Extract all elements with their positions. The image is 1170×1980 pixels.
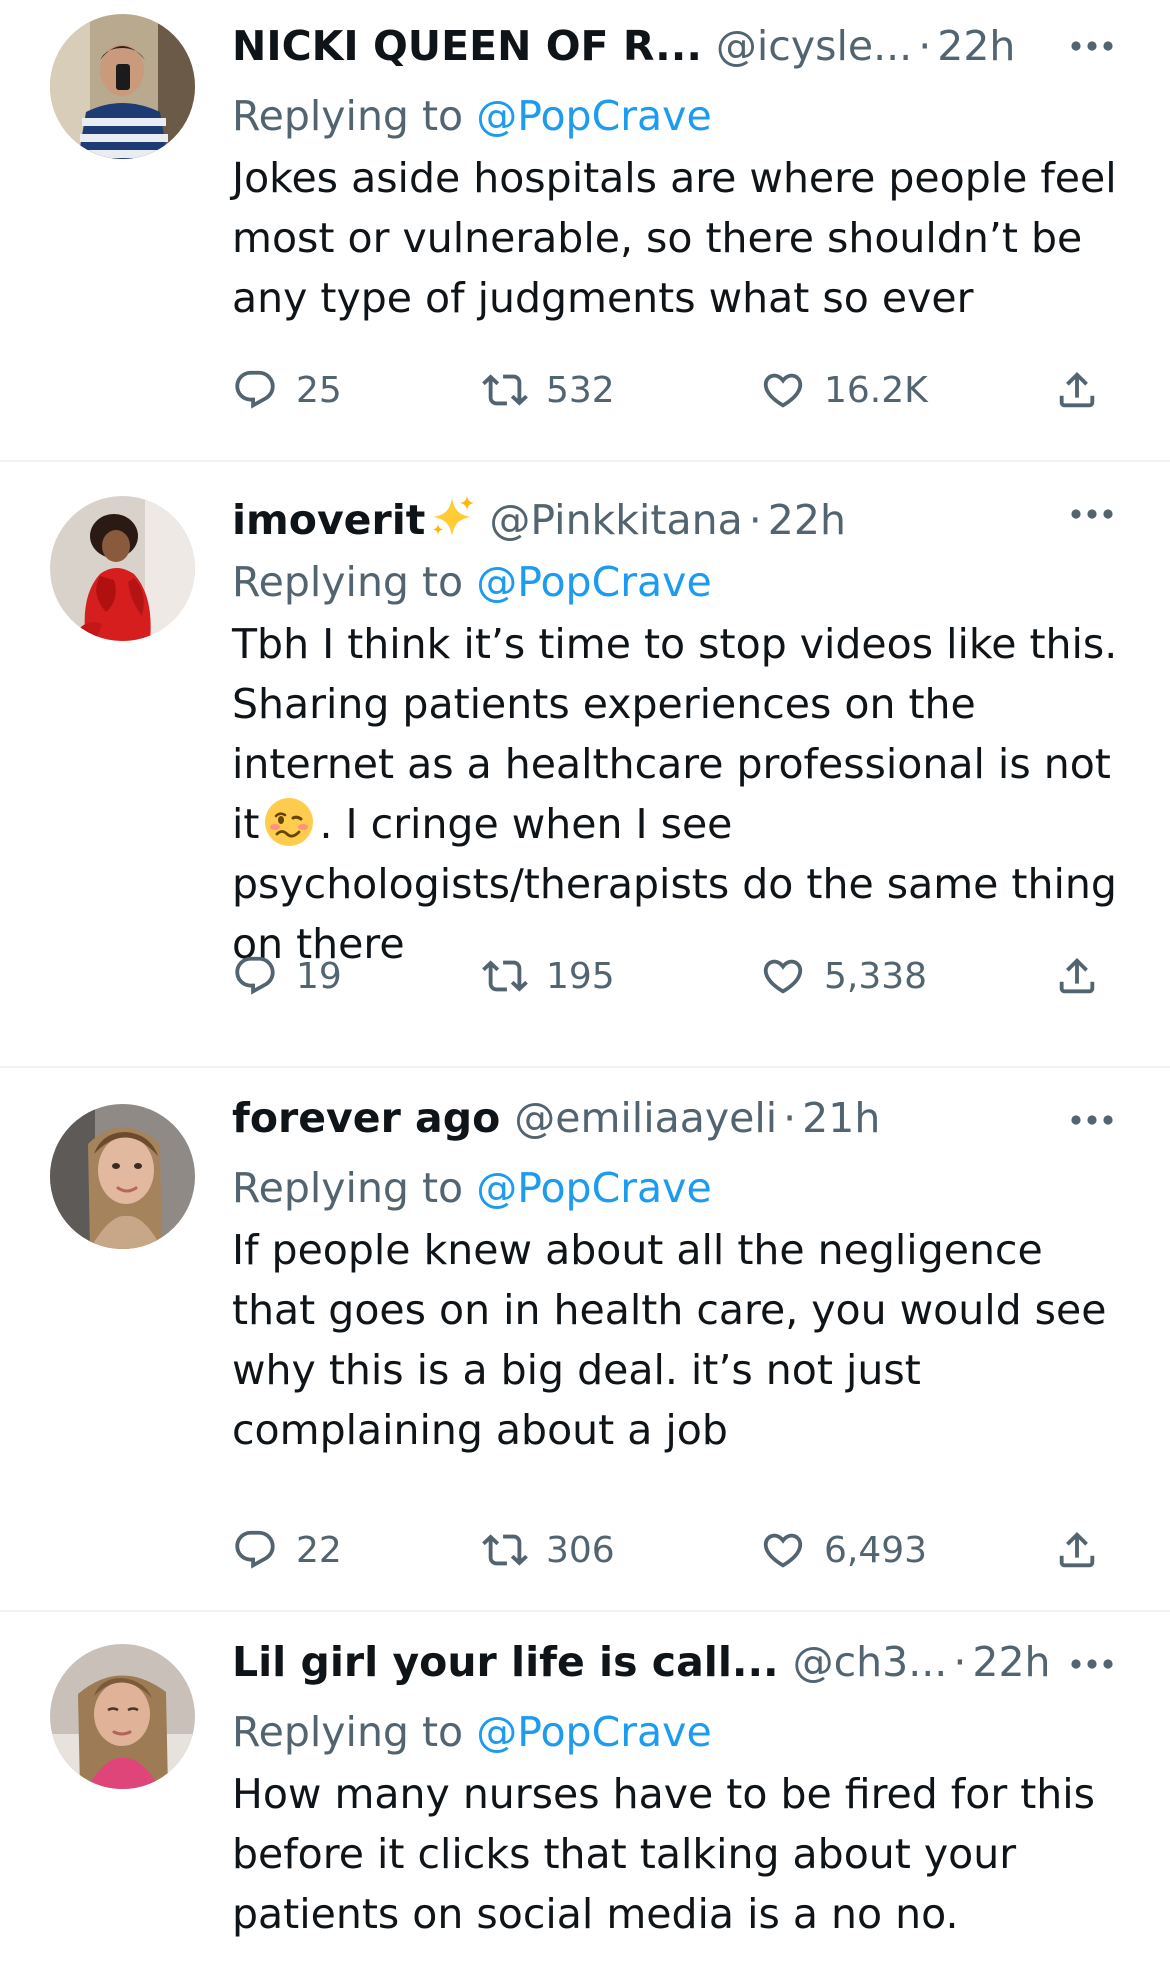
user-handle[interactable]: @ch3... bbox=[793, 1638, 948, 1686]
retweet-button[interactable]: 306 bbox=[482, 1520, 615, 1580]
reply-feed: NICKI QUEEN OF R... @icysle... · 22h Rep… bbox=[0, 0, 1170, 1980]
reply-icon bbox=[232, 367, 278, 413]
retweet-count: 195 bbox=[546, 955, 615, 997]
avatar[interactable] bbox=[50, 1644, 195, 1789]
tweet-text: Jokes aside hospitals are where people f… bbox=[232, 154, 1117, 322]
tweet-text-part: . I cringe when I see psychologists/ther… bbox=[232, 800, 1117, 968]
tweet[interactable]: forever ago @emiliaayeli · 21h Replying … bbox=[0, 1068, 1170, 1610]
separator-dot: · bbox=[953, 1638, 967, 1686]
tweet-actions: 25 532 16.2K bbox=[232, 360, 1170, 420]
replying-to-label: Replying to bbox=[232, 1164, 464, 1212]
retweet-icon bbox=[482, 953, 528, 999]
tweet-actions: 22 306 6,493 bbox=[232, 1520, 1170, 1580]
display-name[interactable]: imoverit bbox=[232, 496, 425, 544]
retweet-count: 532 bbox=[546, 369, 615, 411]
tweet-text: Tbh I think it’s time to stop videos lik… bbox=[232, 614, 1132, 974]
tweet-header: imoverit @Pinkkitana · 22h bbox=[232, 488, 1140, 548]
avatar[interactable] bbox=[50, 1104, 195, 1249]
more-options-icon[interactable] bbox=[1070, 1114, 1114, 1126]
user-handle[interactable]: @Pinkkitana bbox=[489, 496, 742, 544]
retweet-count: 306 bbox=[546, 1529, 615, 1571]
display-name[interactable]: forever ago bbox=[232, 1094, 500, 1142]
sparkles-emoji bbox=[432, 496, 475, 536]
retweet-button[interactable]: 195 bbox=[482, 946, 615, 1006]
share-icon bbox=[1054, 953, 1100, 999]
timestamp[interactable]: 22h bbox=[937, 22, 1015, 70]
replying-to-mention[interactable]: @PopCrave bbox=[476, 558, 711, 606]
more-options-icon[interactable] bbox=[1070, 508, 1114, 520]
user-handle[interactable]: @icysle... bbox=[716, 22, 912, 70]
share-button[interactable] bbox=[1054, 1520, 1100, 1580]
like-count: 6,493 bbox=[824, 1529, 928, 1571]
reply-count: 25 bbox=[296, 369, 342, 411]
heart-icon bbox=[760, 1527, 806, 1573]
retweet-icon bbox=[482, 367, 528, 413]
reply-button[interactable]: 22 bbox=[232, 1520, 342, 1580]
user-handle[interactable]: @emiliaayeli bbox=[514, 1094, 777, 1142]
replying-to-mention[interactable]: @PopCrave bbox=[476, 1164, 711, 1212]
reply-icon bbox=[232, 953, 278, 999]
share-button[interactable] bbox=[1054, 360, 1100, 420]
tweet-header: Lil girl your life is call... @ch3... · … bbox=[232, 1638, 1140, 1698]
separator-dot: · bbox=[783, 1094, 797, 1142]
replying-to: Replying to @PopCrave bbox=[232, 1700, 1140, 1764]
tweet-text: If people knew about all the negligence … bbox=[232, 1226, 1107, 1454]
heart-icon bbox=[760, 367, 806, 413]
like-count: 5,338 bbox=[824, 955, 928, 997]
replying-to: Replying to @PopCrave bbox=[232, 1156, 1140, 1220]
timestamp[interactable]: 22h bbox=[768, 496, 846, 544]
tweet-header: NICKI QUEEN OF R... @icysle... · 22h bbox=[232, 22, 1140, 82]
replying-to: Replying to @PopCrave bbox=[232, 550, 1140, 614]
replying-to-label: Replying to bbox=[232, 92, 464, 140]
like-button[interactable]: 5,338 bbox=[760, 946, 927, 1006]
display-name[interactable]: Lil girl your life is call... bbox=[232, 1638, 779, 1686]
reply-icon bbox=[232, 1527, 278, 1573]
tweet[interactable]: imoverit @Pinkkitana · 22h Replying to @… bbox=[0, 462, 1170, 1066]
reply-count: 22 bbox=[296, 1529, 342, 1571]
retweet-icon bbox=[482, 1527, 528, 1573]
retweet-button[interactable]: 532 bbox=[482, 360, 615, 420]
like-button[interactable]: 16.2K bbox=[760, 360, 928, 420]
tweet-actions: 19 195 5,338 bbox=[232, 946, 1170, 1006]
tweet[interactable]: Lil girl your life is call... @ch3... · … bbox=[0, 1612, 1170, 1980]
replying-to-label: Replying to bbox=[232, 558, 464, 606]
replying-to: Replying to @PopCrave bbox=[232, 84, 1140, 148]
tweet[interactable]: NICKI QUEEN OF R... @icysle... · 22h Rep… bbox=[0, 0, 1170, 460]
timestamp[interactable]: 21h bbox=[802, 1094, 880, 1142]
avatar[interactable] bbox=[50, 496, 195, 641]
separator-dot: · bbox=[748, 496, 762, 544]
separator-dot: · bbox=[918, 22, 932, 70]
reply-count: 19 bbox=[296, 955, 342, 997]
more-options-icon[interactable] bbox=[1070, 40, 1114, 52]
reply-button[interactable]: 19 bbox=[232, 946, 342, 1006]
replying-to-label: Replying to bbox=[232, 1708, 464, 1756]
avatar[interactable] bbox=[50, 14, 195, 159]
woozy-face-emoji bbox=[265, 798, 314, 846]
share-icon bbox=[1054, 1527, 1100, 1573]
heart-icon bbox=[760, 953, 806, 999]
display-name[interactable]: NICKI QUEEN OF R... bbox=[232, 22, 702, 70]
replying-to-mention[interactable]: @PopCrave bbox=[476, 1708, 711, 1756]
like-button[interactable]: 6,493 bbox=[760, 1520, 927, 1580]
like-count: 16.2K bbox=[824, 369, 928, 411]
tweet-header: forever ago @emiliaayeli · 21h bbox=[232, 1094, 1140, 1154]
tweet-text: How many nurses have to be fired for thi… bbox=[232, 1770, 1096, 1938]
share-button[interactable] bbox=[1054, 946, 1100, 1006]
replying-to-mention[interactable]: @PopCrave bbox=[476, 92, 711, 140]
timestamp[interactable]: 22h bbox=[972, 1638, 1050, 1686]
share-icon bbox=[1054, 367, 1100, 413]
more-options-icon[interactable] bbox=[1070, 1658, 1114, 1670]
reply-button[interactable]: 25 bbox=[232, 360, 342, 420]
